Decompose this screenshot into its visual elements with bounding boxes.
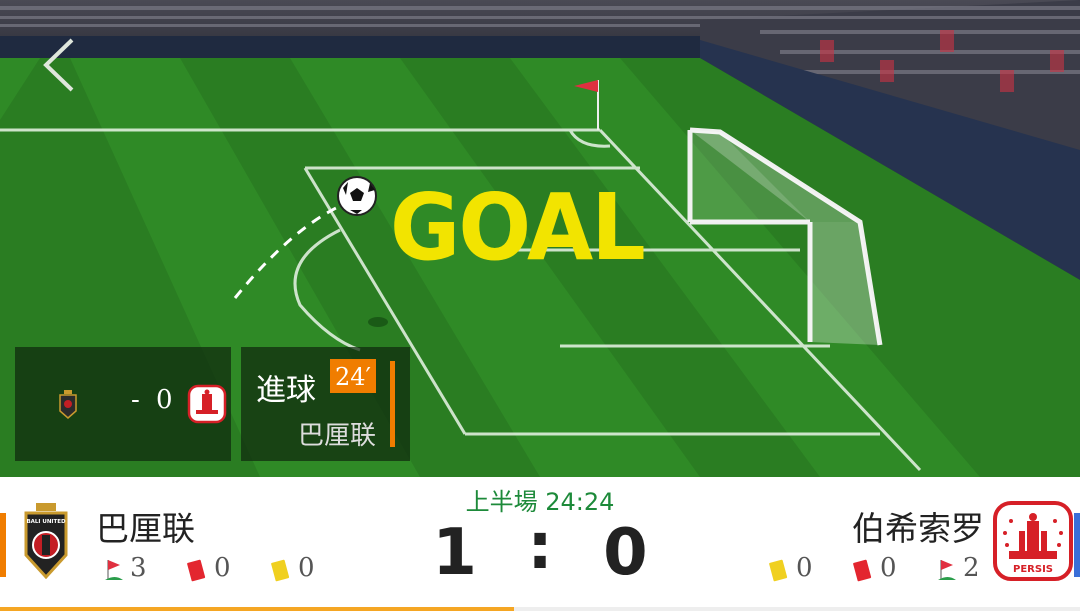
scoreboard-panel: BALI UNITED 巴厘联 上半場 24:24 1 : 0 3 0 0 0 … — [0, 477, 1080, 611]
event-minute-badge: 24′ — [330, 359, 376, 393]
clock-time: 24:24 — [545, 488, 615, 516]
mini-score-dash: - — [131, 385, 140, 415]
event-accent-bar — [390, 361, 395, 447]
away-logo-text: PERSIS — [1013, 564, 1053, 575]
goal-banner: GOAL — [390, 174, 646, 281]
back-arrow-icon[interactable] — [38, 36, 84, 94]
goal-event-card: 進球 24′ 巴厘联 — [241, 347, 410, 461]
score-separator: : — [527, 510, 553, 584]
yellow-card-icon — [769, 559, 788, 582]
red-card-icon — [853, 559, 872, 582]
match-progress-fill — [0, 607, 515, 611]
corner-flag-icon — [938, 560, 956, 580]
away-score: 0 — [603, 516, 648, 590]
mini-score-value: 0 — [156, 385, 173, 415]
away-corners: 2 — [963, 553, 980, 583]
ball-icon — [337, 176, 377, 216]
event-title: 進球 — [256, 373, 316, 408]
home-corners: 3 — [130, 553, 147, 583]
away-team-mini-logo — [187, 384, 227, 424]
away-team-logo: PERSIS — [993, 501, 1073, 581]
home-team-mini-logo — [59, 390, 77, 419]
mini-scoreboard: - 0 — [15, 347, 231, 461]
home-red-cards: 0 — [214, 553, 231, 583]
yellow-card-icon — [271, 559, 290, 582]
away-yellow-cards: 0 — [796, 553, 813, 583]
red-card-icon — [187, 559, 206, 582]
match-progress-track — [0, 607, 1080, 611]
event-team-name: 巴厘联 — [297, 421, 376, 451]
home-score: 1 — [432, 516, 477, 590]
home-yellow-cards: 0 — [298, 553, 315, 583]
away-team-name: 伯希索罗 — [852, 509, 984, 548]
away-red-cards: 0 — [880, 553, 897, 583]
corner-flag-icon — [105, 560, 123, 580]
